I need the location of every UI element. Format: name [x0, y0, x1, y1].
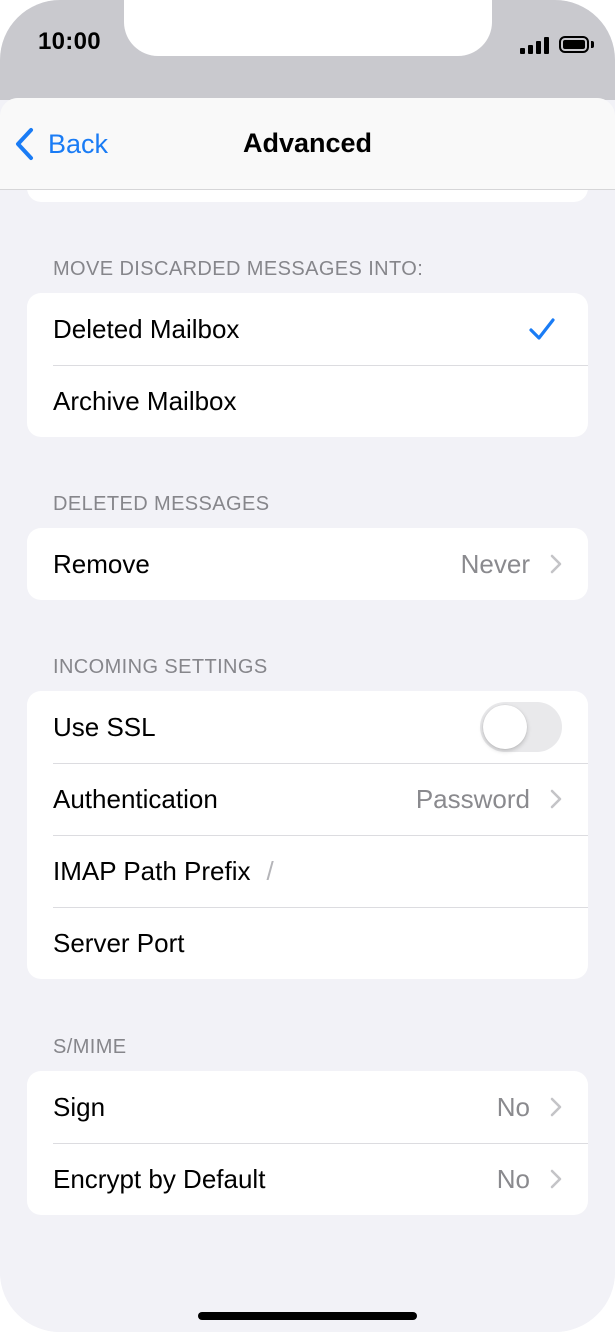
option-label: Deleted Mailbox	[53, 313, 240, 344]
option-archive-mailbox[interactable]: Archive Mailbox	[27, 365, 588, 437]
chevron-right-icon	[550, 789, 562, 809]
sign-row[interactable]: Sign No	[27, 1071, 588, 1143]
chevron-right-icon	[550, 1097, 562, 1117]
authentication-value: Password	[415, 783, 530, 814]
smime-group: Sign No Encrypt by Default No	[27, 1071, 588, 1215]
section-header-smime: S/MIME	[53, 1036, 127, 1058]
navigation-bar: Back Advanced	[0, 98, 615, 190]
chevron-right-icon	[550, 554, 562, 574]
use-ssl-toggle[interactable]	[480, 702, 562, 752]
battery-icon	[559, 36, 589, 53]
server-port-row[interactable]: Server Port	[27, 907, 588, 979]
phone-screen: 10:00 Back Advanced MOVE DISCARDED MESSA…	[0, 0, 615, 1332]
remove-row[interactable]: Remove Never	[27, 528, 588, 600]
imap-path-prefix-row[interactable]: IMAP Path Prefix /	[27, 835, 588, 907]
discard-destination-group: Deleted Mailbox Archive Mailbox	[27, 293, 588, 437]
sign-label: Sign	[53, 1091, 106, 1122]
use-ssl-row: Use SSL	[27, 691, 588, 763]
authentication-row[interactable]: Authentication Password	[27, 763, 588, 835]
section-header-discard: MOVE DISCARDED MESSAGES INTO:	[53, 258, 424, 280]
status-time: 10:00	[38, 28, 101, 55]
remove-value: Never	[460, 548, 530, 579]
notch	[124, 0, 492, 56]
incoming-settings-group: Use SSL Authentication Password IMAP Pat…	[27, 691, 588, 979]
page-title: Advanced	[242, 128, 373, 158]
section-header-deleted: DELETED MESSAGES	[53, 493, 270, 515]
encrypt-by-default-row[interactable]: Encrypt by Default No	[27, 1143, 588, 1215]
encrypt-by-default-value: No	[496, 1163, 530, 1194]
settings-sheet: Back Advanced MOVE DISCARDED MESSAGES IN…	[0, 98, 615, 1332]
chevron-right-icon	[550, 1169, 562, 1189]
imap-path-prefix-label: IMAP Path Prefix	[53, 855, 251, 886]
authentication-label: Authentication	[53, 783, 218, 814]
section-header-incoming: INCOMING SETTINGS	[53, 656, 268, 678]
remove-label: Remove	[53, 548, 150, 579]
signal-icon	[520, 36, 550, 54]
use-ssl-label: Use SSL	[53, 711, 156, 742]
option-deleted-mailbox[interactable]: Deleted Mailbox	[27, 293, 588, 365]
server-port-label: Server Port	[53, 927, 185, 958]
toggle-knob	[483, 705, 527, 749]
battery-tip	[591, 41, 594, 48]
checkmark-icon	[529, 318, 555, 340]
deleted-messages-group: Remove Never	[27, 528, 588, 600]
sign-value: No	[496, 1091, 530, 1122]
home-indicator[interactable]	[198, 1312, 417, 1320]
option-label: Archive Mailbox	[53, 385, 237, 416]
imap-path-prefix-field[interactable]: /	[267, 856, 274, 887]
encrypt-by-default-label: Encrypt by Default	[53, 1163, 266, 1194]
